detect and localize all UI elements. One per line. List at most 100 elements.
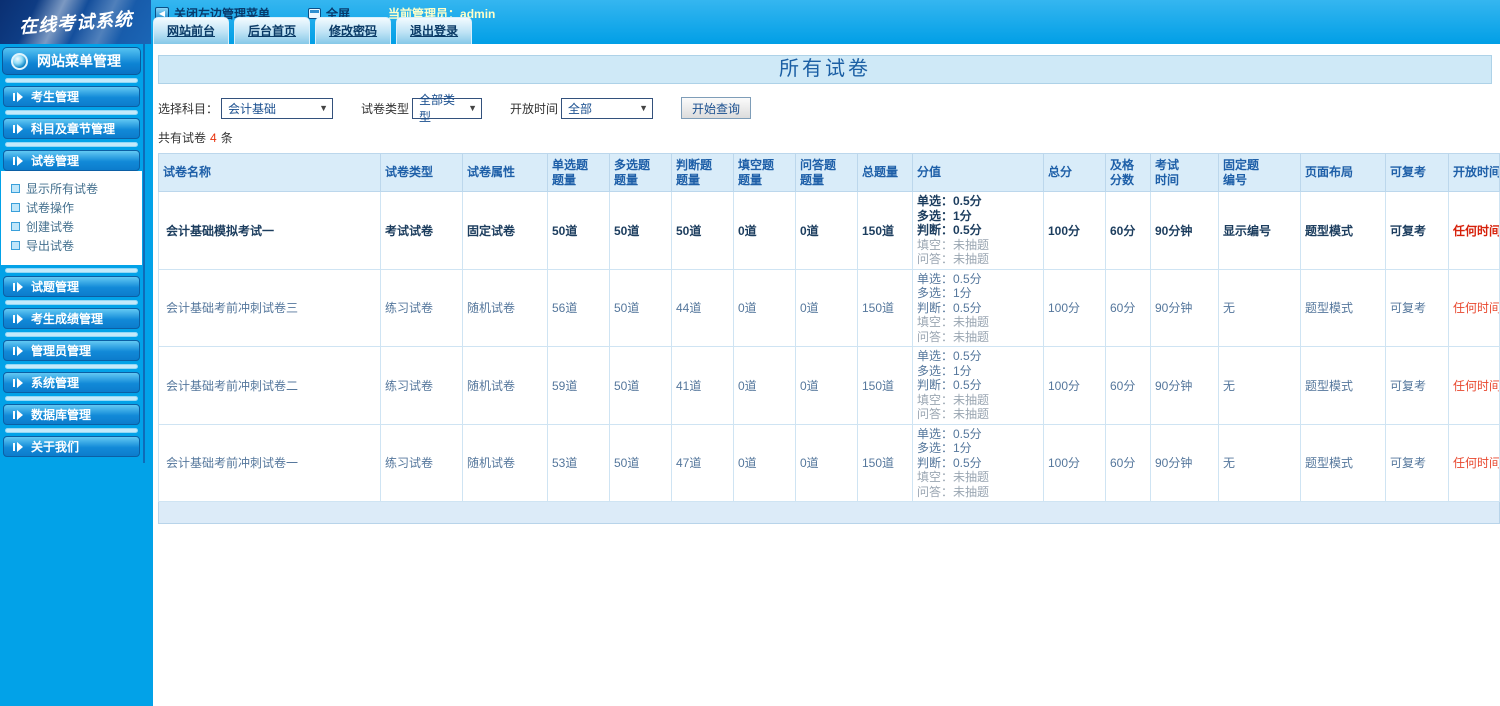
search-button[interactable]: 开始查询 bbox=[681, 97, 752, 119]
subject-filter-label: 选择科目： bbox=[158, 101, 219, 116]
col-fixed-number: 固定题 编号 bbox=[1218, 153, 1301, 192]
cell-paper-name: 会计基础考前冲刺试卷二 bbox=[158, 346, 381, 425]
tab-site-front[interactable]: 网站前台 bbox=[153, 17, 230, 44]
col-label: 编号 bbox=[1223, 172, 1248, 187]
cell-page-layout: 题型模式 bbox=[1300, 268, 1386, 347]
cell-paper-name: 会计基础考前冲刺试卷一 bbox=[158, 423, 381, 502]
col-judge-count: 判断题 题量 bbox=[671, 153, 734, 192]
cell-retake: 可复考 bbox=[1385, 346, 1449, 425]
sidebar-item-admin-mgmt[interactable]: 管理员管理 bbox=[3, 340, 140, 361]
table-row: 会计基础考前冲刺试卷一 练习试卷 随机试卷 53道 50道 47道 0道 0道 … bbox=[158, 423, 1500, 502]
cell-single-count: 50道 bbox=[547, 191, 610, 270]
square-bullet-icon bbox=[11, 184, 20, 193]
col-label: 题量 bbox=[552, 172, 577, 187]
result-count-prefix: 共有试卷 bbox=[158, 131, 207, 145]
cell-page-layout: 题型模式 bbox=[1300, 423, 1386, 502]
cell-score-detail: 单选：0.5分 多选：1分 判断：0.5分 填空：未抽题 问答：未抽题 bbox=[912, 268, 1044, 347]
main-content: 所有试卷 选择科目： 会计基础 ▼ 试卷类型 全部类型 ▼ 开放时间 全部 ▼ … bbox=[153, 44, 1500, 706]
sidebar-item-question-mgmt[interactable]: 试题管理 bbox=[3, 276, 140, 297]
sidebar-item-label: 管理员管理 bbox=[31, 344, 92, 358]
cell-score-detail: 单选：0.5分 多选：1分 判断：0.5分 填空：未抽题 问答：未抽题 bbox=[912, 423, 1044, 502]
col-page-layout: 页面布局 bbox=[1300, 153, 1386, 192]
sidebar-item-label: 系统管理 bbox=[31, 376, 80, 390]
cell-multi-count: 50道 bbox=[609, 346, 672, 425]
cell-pass-score: 60分 bbox=[1105, 346, 1151, 425]
type-select-value: 全部类型 bbox=[419, 93, 456, 124]
sidebar-item-system-mgmt[interactable]: 系统管理 bbox=[3, 372, 140, 393]
cell-open-time: 任何时间 bbox=[1448, 191, 1500, 270]
col-blank-count: 填空题 题量 bbox=[733, 153, 796, 192]
subject-select[interactable]: 会计基础 ▼ bbox=[221, 97, 334, 119]
col-label: 填空题 bbox=[738, 157, 775, 172]
tab-change-password[interactable]: 修改密码 bbox=[315, 17, 392, 44]
cell-score-detail: 单选：0.5分 多选：1分 判断：0.5分 填空：未抽题 问答：未抽题 bbox=[912, 346, 1044, 425]
sidebar-subitem-show-all-papers[interactable]: 显示所有试卷 bbox=[11, 179, 142, 198]
cell-judge-count: 41道 bbox=[671, 346, 734, 425]
score-line: 问答：未抽题 bbox=[917, 329, 990, 344]
cell-single-count: 59道 bbox=[547, 346, 610, 425]
col-paper-attr: 试卷属性 bbox=[462, 153, 548, 192]
cell-paper-type: 考试试卷 bbox=[380, 191, 463, 270]
sidebar-item-label: 科目及章节管理 bbox=[31, 122, 116, 136]
col-label: 问答题 bbox=[800, 157, 837, 172]
cell-paper-attr: 随机试卷 bbox=[462, 346, 548, 425]
score-line: 多选：1分 bbox=[917, 208, 972, 223]
col-label: 题量 bbox=[676, 172, 701, 187]
sidebar-item-subject-chapter-mgmt[interactable]: 科目及章节管理 bbox=[3, 118, 140, 139]
col-retake: 可复考 bbox=[1385, 153, 1449, 192]
cell-retake: 可复考 bbox=[1385, 268, 1449, 347]
col-label: 题量 bbox=[614, 172, 639, 187]
chevron-down-icon: ▼ bbox=[468, 103, 478, 113]
tab-logout[interactable]: 退出登录 bbox=[396, 17, 473, 44]
cell-blank-count: 0道 bbox=[733, 268, 796, 347]
sidebar-subitem-label: 导出试卷 bbox=[26, 239, 75, 253]
score-line: 判断：0.5分 bbox=[917, 455, 982, 470]
menu-arrow-icon bbox=[13, 409, 24, 420]
sidebar-menu-panel: 网站菜单管理 考生管理 科目及章节管理 试卷管理 显示所有试卷 试卷操作 创建试… bbox=[0, 44, 145, 463]
sidebar-subitem-label: 显示所有试卷 bbox=[26, 182, 99, 196]
cell-blank-count: 0道 bbox=[733, 423, 796, 502]
score-line: 判断：0.5分 bbox=[917, 378, 982, 392]
sidebar-subitem-create-paper[interactable]: 创建试卷 bbox=[11, 217, 142, 236]
sidebar-item-score-mgmt[interactable]: 考生成绩管理 bbox=[3, 308, 140, 329]
cell-exam-duration: 90分钟 bbox=[1150, 268, 1219, 347]
table-row: 会计基础考前冲刺试卷三 练习试卷 随机试卷 56道 50道 44道 0道 0道 … bbox=[158, 268, 1500, 347]
square-bullet-icon bbox=[11, 241, 20, 250]
score-line: 单选：0.5分 bbox=[917, 349, 982, 363]
tab-admin-home[interactable]: 后台首页 bbox=[234, 17, 311, 44]
cell-total-count: 150道 bbox=[857, 191, 913, 270]
menu-arrow-icon bbox=[13, 377, 24, 388]
cell-total-count: 150道 bbox=[857, 346, 913, 425]
app-logo: 在线考试系统 bbox=[0, 0, 151, 44]
col-label: 试卷类型 bbox=[385, 165, 434, 179]
sidebar-item-database-mgmt[interactable]: 数据库管理 bbox=[3, 404, 140, 425]
col-qa-count: 问答题 题量 bbox=[795, 153, 858, 192]
cell-judge-count: 44道 bbox=[671, 268, 734, 347]
cell-paper-type: 练习试卷 bbox=[380, 346, 463, 425]
cell-qa-count: 0道 bbox=[795, 423, 858, 502]
menu-arrow-icon bbox=[13, 281, 24, 292]
sidebar-item-paper-mgmt[interactable]: 试卷管理 bbox=[3, 150, 140, 171]
cell-paper-name: 会计基础考前冲刺试卷三 bbox=[158, 268, 381, 347]
table-row: 会计基础模拟考试一 考试试卷 固定试卷 50道 50道 50道 0道 0道 15… bbox=[158, 191, 1500, 270]
col-label: 总分 bbox=[1048, 165, 1073, 179]
menu-arrow-icon bbox=[13, 91, 24, 102]
cell-page-layout: 题型模式 bbox=[1300, 346, 1386, 425]
open-time-select[interactable]: 全部 ▼ bbox=[561, 97, 654, 119]
type-select[interactable]: 全部类型 ▼ bbox=[412, 93, 483, 124]
score-line: 单选：0.5分 bbox=[917, 271, 982, 286]
cell-total-count: 150道 bbox=[857, 268, 913, 347]
sidebar-subitem-paper-operations[interactable]: 试卷操作 bbox=[11, 198, 142, 217]
result-count-suffix: 条 bbox=[220, 131, 233, 145]
col-total-count: 总题量 bbox=[857, 153, 913, 192]
sidebar-subitem-label: 试卷操作 bbox=[26, 201, 75, 215]
sidebar-subitem-export-paper[interactable]: 导出试卷 bbox=[11, 236, 142, 255]
cell-total-count: 150道 bbox=[857, 423, 913, 502]
result-count-value: 4 bbox=[210, 131, 217, 145]
sidebar-item-about-us[interactable]: 关于我们 bbox=[3, 436, 140, 457]
col-label: 页面布局 bbox=[1305, 165, 1354, 179]
col-paper-name: 试卷名称 bbox=[158, 153, 381, 192]
sidebar-item-examinee-mgmt[interactable]: 考生管理 bbox=[3, 86, 140, 107]
cell-single-count: 56道 bbox=[547, 268, 610, 347]
cell-total-score: 100分 bbox=[1043, 268, 1106, 347]
